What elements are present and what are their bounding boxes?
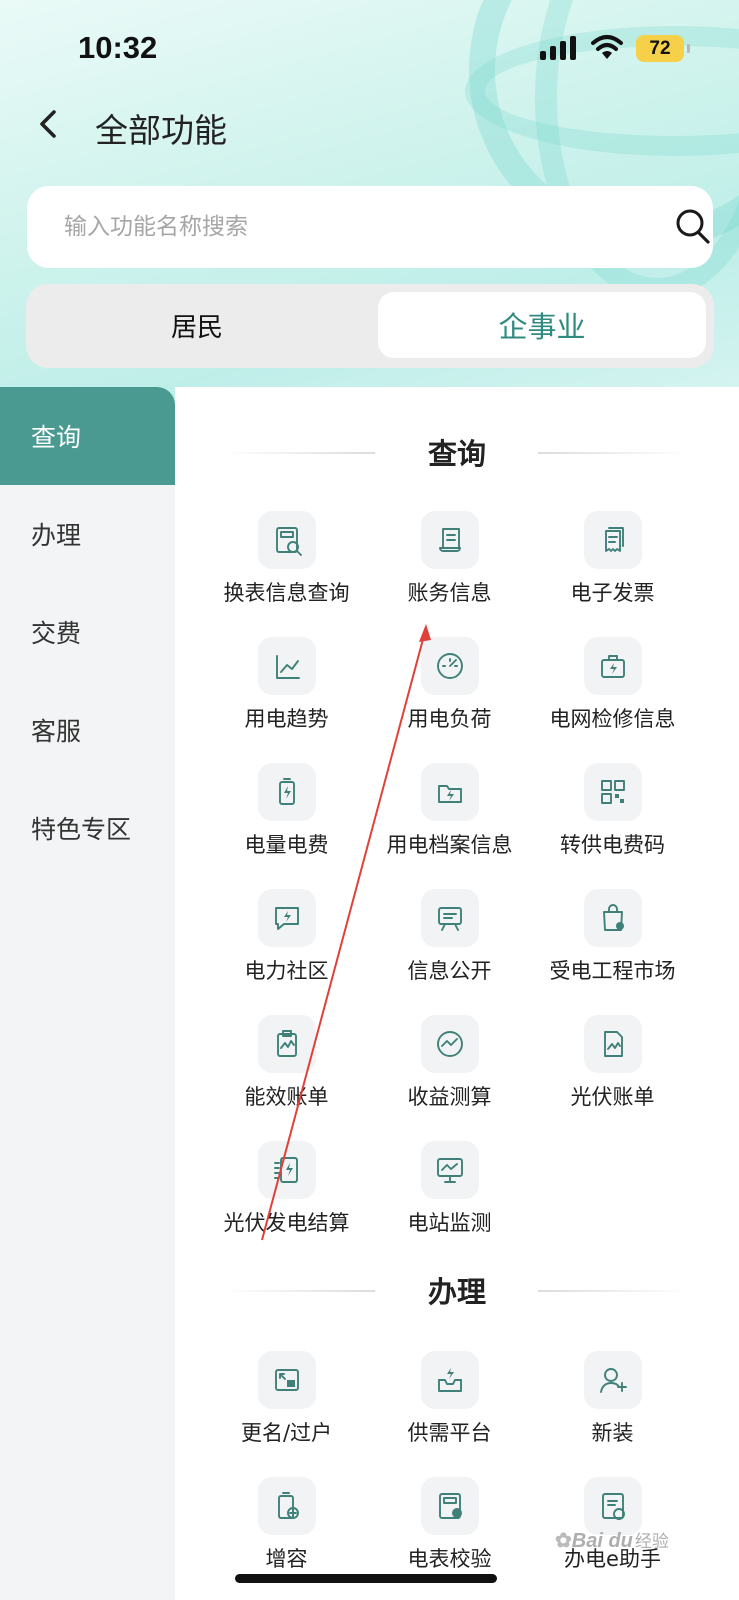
status-bar: 10:32 72 (0, 0, 739, 96)
function-tile-label: 账务信息 (407, 581, 492, 605)
function-tile[interactable]: 用电趋势 (205, 637, 368, 734)
function-tile-label: 增容 (265, 1547, 308, 1571)
gauge-icon (420, 637, 479, 695)
user-add-icon (583, 1351, 642, 1409)
list-bolt-icon (257, 1141, 316, 1199)
function-tile[interactable]: 转供电费码 (531, 763, 694, 860)
tab-enterprise[interactable]: 企事业 (378, 292, 706, 358)
meter-check-icon (420, 1477, 479, 1535)
function-tile-label: 受电工程市场 (549, 959, 676, 983)
function-tile[interactable]: 用电档案信息 (368, 763, 531, 860)
function-tile[interactable]: 电网检修信息 (531, 637, 694, 734)
function-tile[interactable]: 电力社区 (205, 889, 368, 986)
board-icon (420, 889, 479, 947)
qr-code-icon (583, 763, 642, 821)
function-tile[interactable]: 电量电费 (205, 763, 368, 860)
section-header-handle: 办理 (175, 1237, 739, 1309)
status-time: 10:32 (78, 30, 158, 65)
function-tile[interactable]: 办电e助手 (531, 1477, 694, 1574)
trend-chart-icon (257, 637, 316, 695)
function-tile-label: 用电趋势 (244, 707, 329, 731)
function-tile-label: 用电档案信息 (386, 833, 513, 857)
function-tile-label: 电力社区 (244, 959, 329, 983)
query-function-grid: 换表信息查询 账务信息 电子发票用电趋势 用电负荷 电网检修信息电量电费 用电档案信息 转供… (205, 511, 695, 1238)
home-indicator[interactable] (235, 1574, 497, 1583)
function-tile[interactable]: 更名/过户 (205, 1351, 368, 1448)
baidu-watermark: ✿Bai du 经验 (555, 1530, 669, 1552)
function-tile[interactable]: 换表信息查询 (205, 511, 368, 608)
customer-type-switch: 居民 企事业 (26, 284, 714, 368)
tab-resident[interactable]: 居民 (34, 292, 360, 358)
clipboard-wave-icon (257, 1015, 316, 1073)
sidebar-item-service[interactable]: 客服 (0, 681, 175, 779)
search-input[interactable] (64, 186, 624, 268)
function-tile[interactable]: 受电工程市场 (531, 889, 694, 986)
page-title: 全部功能 (95, 111, 227, 150)
meter-search-icon (257, 511, 316, 569)
back-button[interactable] (32, 104, 68, 144)
function-tile[interactable]: 用电负荷 (368, 637, 531, 734)
tray-bolt-icon (420, 1351, 479, 1409)
function-tile-label: 更名/过户 (240, 1421, 333, 1445)
function-tile-label: 电网检修信息 (549, 707, 676, 731)
function-tile[interactable]: 电表校验 (368, 1477, 531, 1574)
sidebar-item-query[interactable]: 查询 (0, 387, 175, 485)
function-tile[interactable]: 供需平台 (368, 1351, 531, 1448)
toolbox-bolt-icon (583, 637, 642, 695)
chat-bolt-icon (257, 889, 316, 947)
function-tile-label: 信息公开 (407, 959, 492, 983)
function-panel: 查询 换表信息查询 账务信息 电子发票用电趋势 用电负荷 电网检修信息电量电费 用电档案信… (175, 387, 739, 1600)
function-tile[interactable]: 增容 (205, 1477, 368, 1574)
scroll-icon (420, 511, 479, 569)
battery-indicator: 72 (636, 35, 690, 62)
wifi-icon (591, 35, 623, 59)
function-tile[interactable]: 电站监测 (368, 1141, 531, 1238)
monitor-chart-icon (420, 1141, 479, 1199)
search-bar[interactable] (27, 186, 713, 268)
function-tile-label: 电子发票 (570, 581, 655, 605)
function-tile-label: 电表校验 (407, 1547, 492, 1571)
function-tile-label: 光伏发电结算 (223, 1211, 350, 1235)
function-tile-label: 能效账单 (244, 1085, 329, 1109)
bag-gear-icon (583, 889, 642, 947)
function-tile-label: 电量电费 (244, 833, 329, 857)
function-tile[interactable]: 收益测算 (368, 1015, 531, 1112)
cycle-chart-icon (420, 1015, 479, 1073)
function-tile[interactable]: 信息公开 (368, 889, 531, 986)
function-tile-label: 换表信息查询 (223, 581, 350, 605)
function-tile[interactable]: 能效账单 (205, 1015, 368, 1112)
battery-plus-icon (257, 1477, 316, 1535)
function-tile-label: 收益测算 (407, 1085, 492, 1109)
search-icon[interactable] (675, 208, 711, 246)
function-tile[interactable]: 光伏账单 (531, 1015, 694, 1112)
transfer-icon (257, 1351, 316, 1409)
nav-bar: 全部功能 (0, 96, 739, 156)
sidebar-item-payment[interactable]: 交费 (0, 583, 175, 681)
function-tile[interactable]: 电子发票 (531, 511, 694, 608)
folder-bolt-icon (420, 763, 479, 821)
function-tile-label: 电站监测 (407, 1211, 492, 1235)
function-tile[interactable]: 新装 (531, 1351, 694, 1448)
sidebar-item-special[interactable]: 特色专区 (0, 779, 175, 877)
function-tile[interactable]: 账务信息 (368, 511, 531, 608)
invoice-icon (583, 511, 642, 569)
category-sidebar: 查询 办理 交费 客服 特色专区 (0, 387, 175, 877)
function-tile-label: 供需平台 (407, 1421, 492, 1445)
cellular-signal-icon (540, 36, 576, 60)
function-tile-label: 新装 (591, 1421, 634, 1445)
battery-bolt-icon (257, 763, 316, 821)
doc-wave-icon (583, 1015, 642, 1073)
function-tile[interactable]: 光伏发电结算 (205, 1141, 368, 1238)
sidebar-item-handle[interactable]: 办理 (0, 485, 175, 583)
section-header-query: 查询 (175, 387, 739, 471)
function-tile-label: 光伏账单 (570, 1085, 655, 1109)
function-tile-label: 用电负荷 (407, 707, 492, 731)
function-tile-label: 转供电费码 (560, 833, 665, 857)
